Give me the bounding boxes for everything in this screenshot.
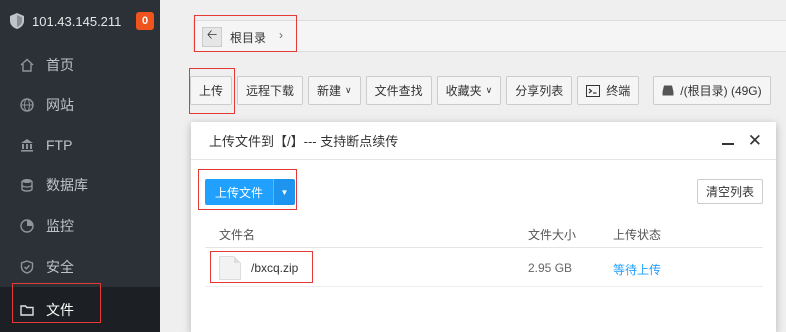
- home-icon: [20, 58, 34, 72]
- server-header: 101.43.145.211 0: [0, 0, 160, 42]
- globe-icon: [20, 98, 34, 112]
- sidebar-item-label: 文件: [46, 301, 74, 318]
- table-row: /bxcq.zip 2.95 GB 等待上传: [205, 249, 763, 287]
- sidebar-item-label: 数据库: [46, 177, 88, 193]
- sidebar-item-files[interactable]: 文件: [0, 287, 160, 332]
- disk-icon: [662, 85, 674, 96]
- dialog-title: 上传文件到【/】--- 支持断点续传: [209, 134, 399, 149]
- favorites-dropdown-button[interactable]: 收藏夹 ∨: [436, 76, 502, 105]
- sidebar-item-label: 监控: [46, 218, 74, 234]
- breadcrumb-root[interactable]: 根目录: [230, 29, 266, 46]
- upload-files-button[interactable]: 上传文件: [205, 179, 274, 205]
- notification-badge[interactable]: 0: [136, 12, 154, 30]
- share-list-button[interactable]: 分享列表: [506, 76, 573, 105]
- breadcrumb: 🡠 根目录 ›: [193, 20, 786, 52]
- terminal-label: 终端: [606, 84, 631, 98]
- upload-files-group: 上传文件 ▼: [205, 179, 296, 205]
- monitor-icon: [20, 219, 34, 233]
- upload-dialog: 上传文件到【/】--- 支持断点续传 ✕ 上传文件 ▼ 清空列表 文件名 文件大…: [191, 122, 776, 332]
- minimize-icon[interactable]: [722, 134, 734, 146]
- breadcrumb-separator-icon: ›: [279, 28, 283, 42]
- chevron-down-icon: ∨: [345, 85, 352, 95]
- close-icon[interactable]: ✕: [748, 132, 762, 149]
- sidebar-item-security[interactable]: 安全: [0, 247, 160, 287]
- column-status: 上传状态: [613, 228, 662, 242]
- file-toolbar: 上传 远程下载 新建 ∨ 文件查找 收藏夹 ∨ 分享列表 终端 /(根目录) (…: [190, 76, 771, 105]
- sidebar-item-label: 安全: [46, 259, 74, 275]
- file-size: 2.95 GB: [528, 261, 573, 275]
- column-filesize: 文件大小: [528, 228, 577, 242]
- sidebar: 101.43.145.211 0 首页 网站 FTP 数据库 监控 安全 文件: [0, 0, 160, 332]
- shield-check-icon: [20, 260, 34, 274]
- file-icon: [219, 256, 241, 280]
- caret-down-icon[interactable]: ▼: [273, 179, 296, 205]
- back-arrow-icon[interactable]: 🡠: [202, 27, 222, 47]
- sidebar-item-label: FTP: [46, 137, 73, 153]
- folder-icon: [20, 303, 34, 317]
- clear-list-button[interactable]: 清空列表: [696, 179, 763, 204]
- sidebar-item-websites[interactable]: 网站: [0, 85, 160, 125]
- upload-status: 等待上传: [613, 263, 662, 277]
- server-ip: 101.43.145.211: [32, 13, 122, 29]
- remote-download-button[interactable]: 远程下载: [237, 76, 304, 105]
- upload-table-header: 文件名 文件大小 上传状态: [205, 218, 763, 248]
- terminal-button[interactable]: 终端: [577, 76, 640, 105]
- favorites-label: 收藏夹: [445, 84, 482, 98]
- terminal-icon: [586, 84, 601, 97]
- ftp-icon: [20, 138, 34, 152]
- file-name: /bxcq.zip: [251, 261, 299, 275]
- sidebar-item-label: 首页: [46, 57, 74, 73]
- database-icon: [20, 178, 34, 192]
- new-label: 新建: [317, 84, 342, 98]
- disk-selector-button[interactable]: /(根目录) (49G): [653, 76, 771, 105]
- column-filename: 文件名: [219, 228, 256, 242]
- sidebar-item-monitor[interactable]: 监控: [0, 206, 160, 246]
- sidebar-item-home[interactable]: 首页: [0, 45, 160, 85]
- sidebar-item-database[interactable]: 数据库: [0, 165, 160, 205]
- disk-label: /(根目录) (49G): [680, 84, 762, 98]
- new-dropdown-button[interactable]: 新建 ∨: [308, 76, 361, 105]
- upload-button[interactable]: 上传: [190, 76, 233, 105]
- dialog-header: 上传文件到【/】--- 支持断点续传 ✕: [191, 122, 776, 160]
- chevron-down-icon: ∨: [485, 85, 493, 95]
- sidebar-item-label: 网站: [46, 97, 74, 113]
- server-logo-icon: [10, 13, 24, 29]
- sidebar-item-ftp[interactable]: FTP: [0, 125, 160, 165]
- file-search-button[interactable]: 文件查找: [365, 76, 432, 105]
